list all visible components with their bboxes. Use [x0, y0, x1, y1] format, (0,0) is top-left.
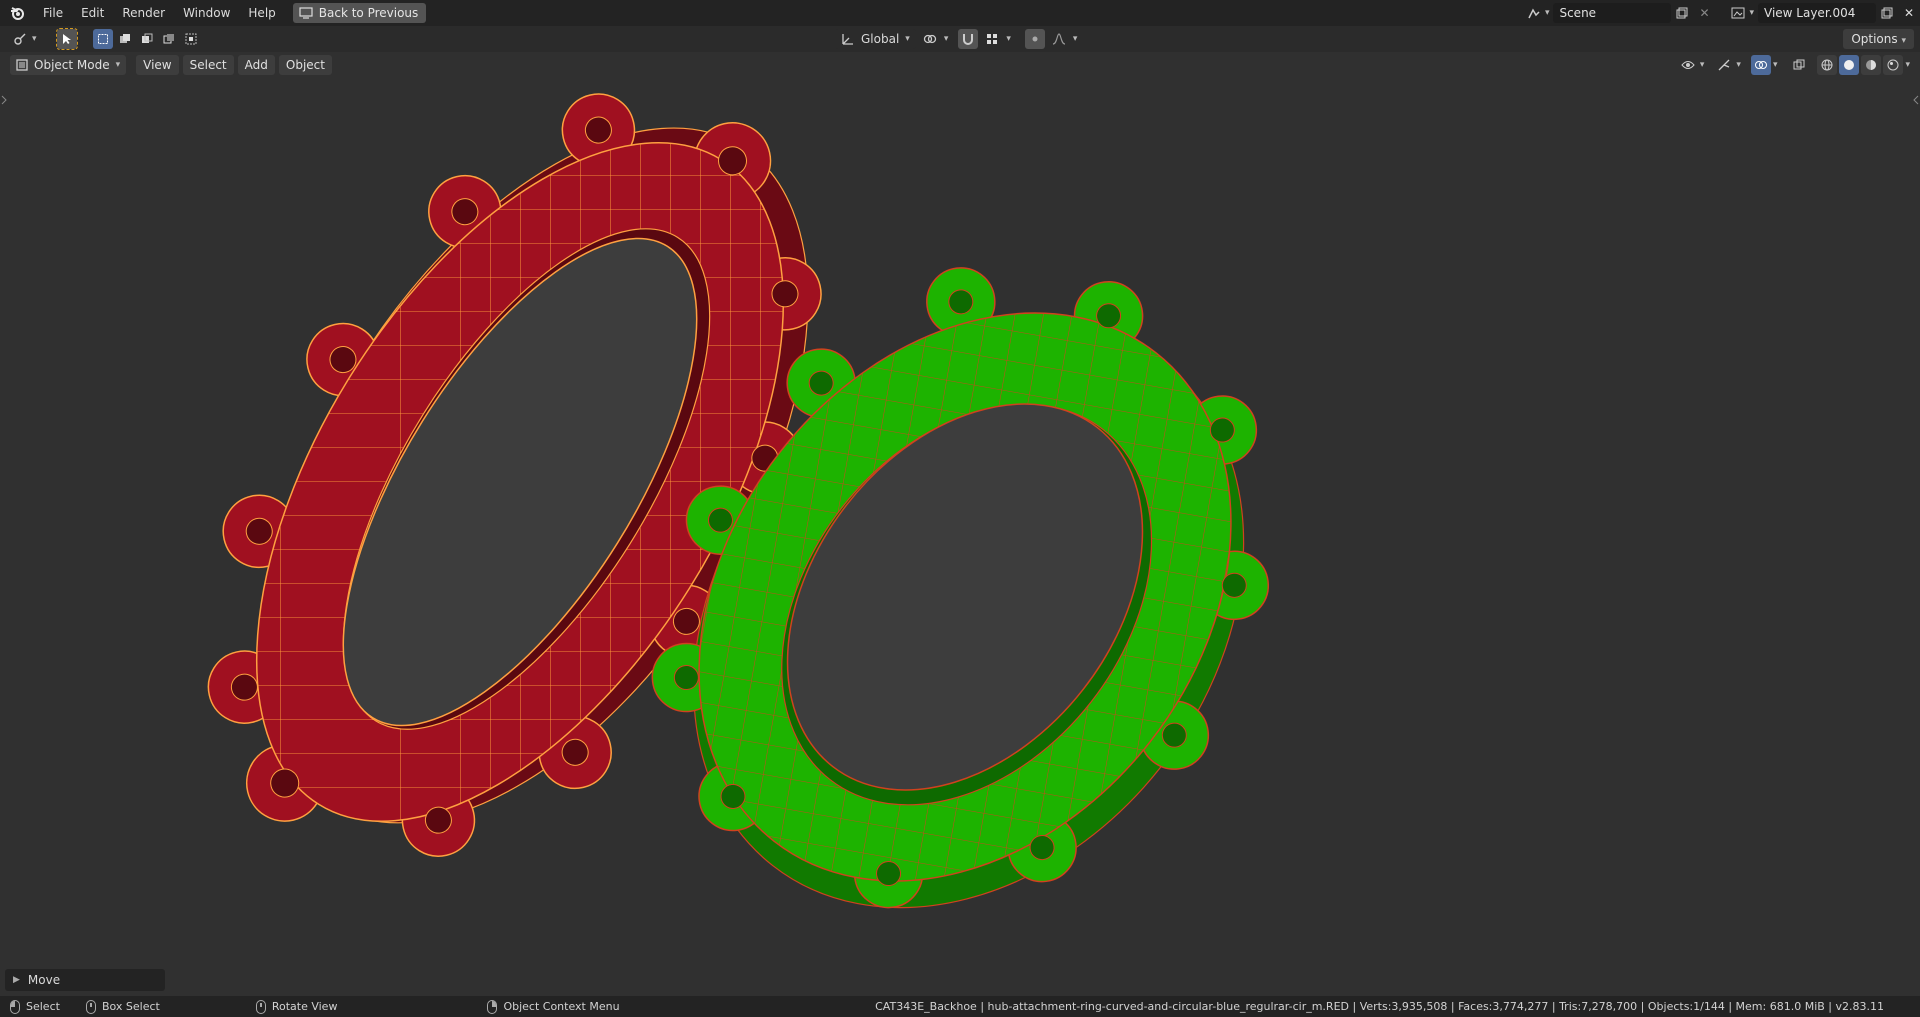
status-bar: Select Box Select Rotate View Object Con…: [0, 996, 1920, 1017]
status-context-menu: Object Context Menu: [337, 999, 620, 1014]
chevron-down-icon[interactable]: ▾: [1545, 8, 1550, 18]
menu-render[interactable]: Render: [113, 0, 174, 26]
menu-file[interactable]: File: [34, 0, 72, 26]
menu-edit[interactable]: Edit: [72, 0, 113, 26]
chevron-down-icon: ▾: [905, 34, 910, 44]
toolbar-toggle-icon[interactable]: [1, 95, 7, 105]
status-box-select-label: Box Select: [101, 1000, 160, 1013]
scene-browse-icon[interactable]: [1523, 3, 1545, 23]
chevron-down-icon[interactable]: ▾: [944, 34, 949, 44]
status-rotate-view-label: Rotate View: [271, 1000, 338, 1013]
chevron-down-icon[interactable]: ▾: [1749, 8, 1754, 18]
mouse-middle-icon: [255, 999, 266, 1014]
snap-toggle-icon[interactable]: [958, 29, 979, 49]
expand-arrow-icon: ▶: [13, 975, 20, 985]
select-extend-mode-icon[interactable]: [115, 29, 135, 49]
status-select-label: Select: [26, 1000, 60, 1013]
top-menu-bar: File Edit Render Window Help Back to Pre…: [0, 0, 1920, 26]
status-select: Select: [0, 999, 60, 1014]
pivot-point-icon[interactable]: [920, 29, 940, 49]
orientation-axis-icon: [842, 34, 853, 45]
chevron-down-icon[interactable]: ▾: [32, 34, 37, 44]
snap-increment-icon[interactable]: [982, 29, 1002, 49]
select-tool-icon[interactable]: [55, 28, 78, 50]
transform-orientation-select[interactable]: Global ▾: [835, 29, 916, 49]
new-scene-icon[interactable]: [1671, 3, 1693, 23]
mouse-right-icon: [487, 999, 498, 1014]
close-icon[interactable]: ✕: [1693, 3, 1715, 23]
options-dropdown[interactable]: Options ▾: [1843, 29, 1914, 49]
status-context-menu-label: Object Context Menu: [503, 1000, 620, 1013]
mouse-drag-icon: [85, 999, 96, 1014]
status-rotate-view: Rotate View: [160, 999, 338, 1014]
back-to-previous-label: Back to Previous: [318, 6, 419, 20]
view-layer-field[interactable]: View Layer.004: [1758, 3, 1876, 23]
falloff-curve-icon[interactable]: [1049, 29, 1069, 49]
tool-header: ▾ Global ▾ ▾ ▾ ▾ Options ▾: [0, 26, 1920, 52]
scene-statistics: CAT343E_Backhoe | hub-attachment-ring-cu…: [875, 1000, 1884, 1013]
scene-objects: [1, 93, 1919, 909]
select-invert-mode-icon[interactable]: [159, 29, 179, 49]
status-box-select: Box Select: [60, 999, 160, 1014]
operator-label: Move: [27, 973, 61, 987]
close-icon[interactable]: ✕: [1898, 3, 1920, 23]
sidebar-toggle-icon[interactable]: [1913, 95, 1919, 105]
select-intersect-mode-icon[interactable]: [181, 29, 201, 49]
select-new-mode-icon[interactable]: [92, 29, 113, 49]
back-to-previous-button[interactable]: Back to Previous: [292, 3, 427, 23]
view-layer-browse-icon[interactable]: [1727, 3, 1749, 23]
chevron-down-icon[interactable]: ▾: [1073, 34, 1078, 44]
chevron-down-icon[interactable]: ▾: [1006, 34, 1011, 44]
orientation-label: Global: [861, 32, 900, 46]
workspace-selectors: ▾ Scene ✕ ▾ View Layer.004 ✕: [1523, 0, 1920, 26]
menu-help[interactable]: Help: [239, 0, 284, 26]
screen-icon: [299, 7, 313, 19]
new-view-layer-icon[interactable]: [1876, 3, 1898, 23]
select-subtract-mode-icon[interactable]: [137, 29, 157, 49]
chevron-down-icon: ▾: [1901, 36, 1906, 46]
blender-logo-icon[interactable]: [0, 0, 34, 26]
menu-window[interactable]: Window: [174, 0, 239, 26]
last-operator-panel[interactable]: ▶ Move: [5, 969, 165, 991]
scene-name-field[interactable]: Scene: [1553, 3, 1672, 23]
editor-type-icon[interactable]: [10, 29, 30, 49]
mouse-left-icon: [10, 999, 20, 1014]
proportional-editing-icon[interactable]: [1024, 29, 1045, 49]
options-label: Options: [1851, 32, 1898, 46]
